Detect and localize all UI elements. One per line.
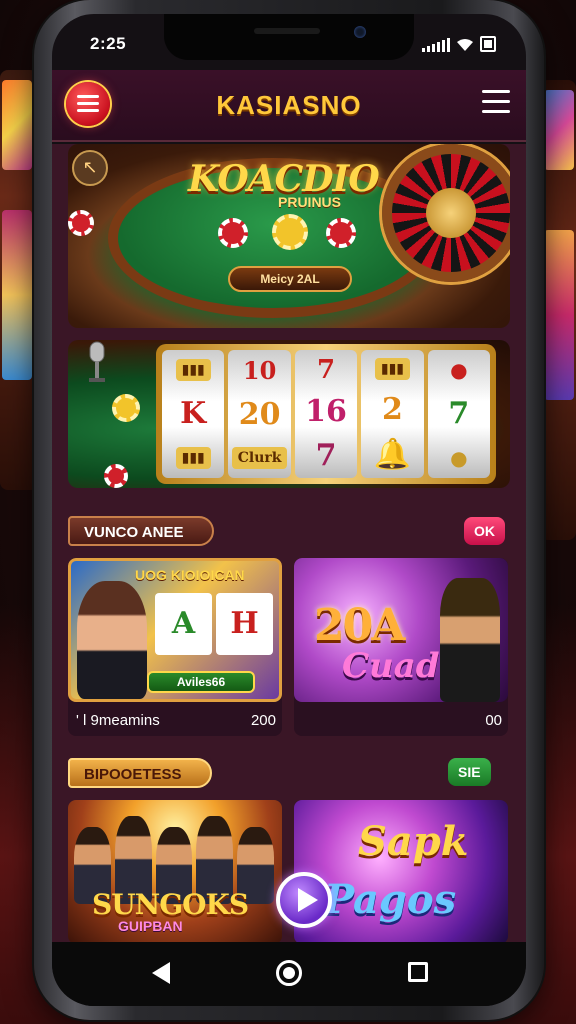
hero-cta-button[interactable]: Meicy 2AL <box>228 266 352 292</box>
reel-symbol: A <box>155 593 212 655</box>
game-art: UOG KIOIOICAN A H Aviles66 <box>68 558 282 702</box>
roulette-wheel-graphic <box>382 144 510 282</box>
microphone-icon <box>89 341 105 382</box>
app-title: KASIASNO <box>216 90 362 120</box>
slot-reel: ▮▮▮ 2 🔔 <box>361 350 424 478</box>
game-card[interactable]: 20A Cuad 00 <box>294 558 508 736</box>
reel-symbol: 10 <box>242 355 277 385</box>
reel-symbol: 7 <box>448 395 470 431</box>
slot-reel: 7 16 7 <box>294 350 358 478</box>
chip-icon <box>326 218 356 248</box>
section-2-action-button[interactable]: SIE <box>448 758 491 786</box>
nav-home-icon[interactable] <box>276 960 302 986</box>
background-slot-machine-left <box>0 70 38 490</box>
game-title-number: 20A <box>314 600 405 651</box>
section-title-2: BIPOOETESS <box>68 758 212 788</box>
system-nav-bar <box>52 942 526 1006</box>
game-meta-right: 00 <box>485 712 502 729</box>
background-slot-machine-right <box>540 80 576 540</box>
coin-icon: ● <box>450 446 468 471</box>
character-portrait <box>440 578 500 702</box>
cherry-icon: ● <box>450 357 468 382</box>
mini-reels: A H <box>155 593 273 655</box>
reel-symbol-bar: ▮▮▮ <box>175 447 211 469</box>
section-title-1: VUNCO ANEE <box>68 516 214 546</box>
nav-back-icon[interactable] <box>152 962 170 984</box>
game-title: Sapk <box>358 818 469 865</box>
game-meta-right: 200 <box>250 712 276 729</box>
game-title: Cuad <box>342 646 440 686</box>
back-arrow-icon[interactable]: ↖ <box>72 150 108 186</box>
main-content: ↖ KOACDIO PRUINUS Meicy 2AL ▮▮▮ K ▮▮▮ 10… <box>52 144 526 944</box>
bell-icon: 🔔 <box>373 437 412 473</box>
status-bar: 2:25 <box>52 14 526 70</box>
slot-reel: 10 20 Clurk <box>228 350 291 478</box>
game-card[interactable]: UOG KIOIOICAN A H Aviles66 ' l 9meamins … <box>68 558 282 736</box>
slot-reel: ▮▮▮ K ▮▮▮ <box>162 350 225 478</box>
reel-symbol: 7 <box>315 438 337 473</box>
game-subtitle: Pagos <box>324 876 457 923</box>
chip-icon <box>68 210 94 236</box>
chip-icon <box>112 394 140 422</box>
game-meta: ' l 9meamins 200 <box>68 706 282 736</box>
chip-icon <box>104 464 128 488</box>
hero-banner[interactable]: ↖ KOACDIO PRUINUS Meicy 2AL <box>68 144 510 328</box>
game-subtitle: GUIPBAN <box>118 918 183 934</box>
reel-symbol-bar: ▮▮▮ <box>374 357 410 380</box>
notch <box>164 14 414 60</box>
phone-screen: 2:25 KASIASNO ↖ KOACDIO PRUINUS Meicy 2A… <box>52 14 526 1006</box>
game-card[interactable]: Sapk Pagos <box>294 800 508 944</box>
slot-machine-banner[interactable]: ▮▮▮ K ▮▮▮ 10 20 Clurk 7 16 7 ▮▮▮ 2 🔔 ● 7… <box>68 340 510 488</box>
play-icon[interactable] <box>276 872 332 928</box>
game-meta-left: ' l 9meamins <box>76 712 160 729</box>
hero-subtitle: PRUINUS <box>278 194 342 210</box>
battery-icon <box>480 36 496 52</box>
slot-reel: ● 7 ● <box>427 350 491 478</box>
game-art: 20A Cuad <box>294 558 508 702</box>
reel-symbol-bar: ▮▮▮ <box>175 359 211 381</box>
section-1-action-button[interactable]: OK <box>464 517 505 545</box>
signal-icon <box>422 38 450 52</box>
nav-recents-icon[interactable] <box>408 962 428 982</box>
game-card[interactable]: SUNGOKS GUIPBAN <box>68 800 282 944</box>
reel-symbol: 20 <box>238 396 281 432</box>
status-time: 2:25 <box>90 34 127 53</box>
phone-frame: 2:25 KASIASNO ↖ KOACDIO PRUINUS Meicy 2A… <box>34 0 544 1020</box>
wifi-icon <box>456 38 474 52</box>
game-title: SUNGOKS <box>92 888 249 921</box>
reel-symbol: K <box>180 396 207 431</box>
chip-icon <box>218 218 248 248</box>
camera-icon <box>354 26 366 38</box>
reel-symbol: 16 <box>305 394 347 429</box>
chip-icon <box>272 214 308 250</box>
reel-symbol: Clurk <box>231 447 288 470</box>
app-header: KASIASNO <box>52 70 526 142</box>
slot-reels: ▮▮▮ K ▮▮▮ 10 20 Clurk 7 16 7 ▮▮▮ 2 🔔 ● 7… <box>156 344 496 484</box>
status-icons <box>422 36 496 52</box>
game-title: UOG KIOIOICAN <box>135 567 245 583</box>
character-portrait <box>77 581 147 699</box>
reel-symbol: 2 <box>381 391 403 427</box>
reel-symbol: H <box>216 593 273 655</box>
hamburger-menu-icon[interactable] <box>482 90 510 118</box>
reel-symbol: 7 <box>316 355 336 385</box>
speaker-grille <box>254 28 320 34</box>
game-badge: Aviles66 <box>147 671 255 693</box>
